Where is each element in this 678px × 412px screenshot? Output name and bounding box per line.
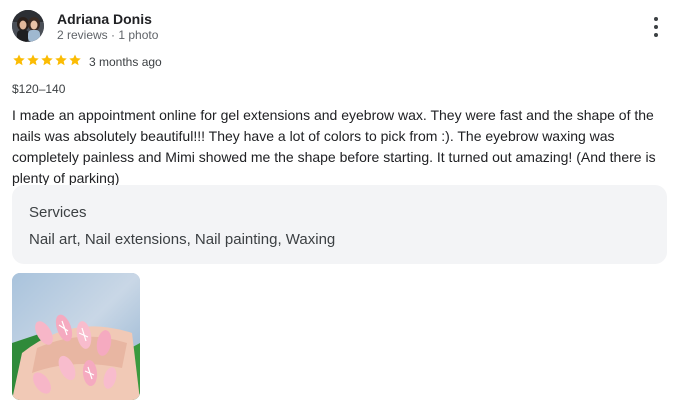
star-icon [55, 54, 67, 66]
star-rating [12, 53, 82, 69]
reviewer-name[interactable]: Adriana Donis [57, 11, 152, 27]
reviewer-meta: 2 reviews · 1 photo [57, 28, 159, 42]
services-card: Services Nail art, Nail extensions, Nail… [12, 185, 667, 264]
review-text: I made an appointment online for gel ext… [12, 107, 656, 186]
services-heading: Services [29, 204, 87, 221]
profile-photo-icon [12, 10, 44, 42]
more-options-button[interactable] [644, 14, 668, 40]
review-photo[interactable] [12, 273, 140, 400]
more-vertical-icon-dot [654, 33, 658, 37]
star-icon [41, 54, 53, 66]
nail-photo-icon [12, 273, 140, 400]
price-range: $120–140 [12, 82, 66, 96]
star-icon [13, 54, 25, 66]
more-vertical-icon [654, 17, 658, 21]
review-date: 3 months ago [89, 55, 162, 69]
services-list: Nail art, Nail extensions, Nail painting… [29, 231, 336, 248]
star-icon [69, 54, 81, 66]
review-card: Adriana Donis 2 reviews · 1 photo 3 mont… [0, 0, 678, 412]
more-vertical-icon-dot [654, 25, 658, 29]
star-icon [27, 54, 39, 66]
reviewer-avatar[interactable] [12, 10, 44, 42]
